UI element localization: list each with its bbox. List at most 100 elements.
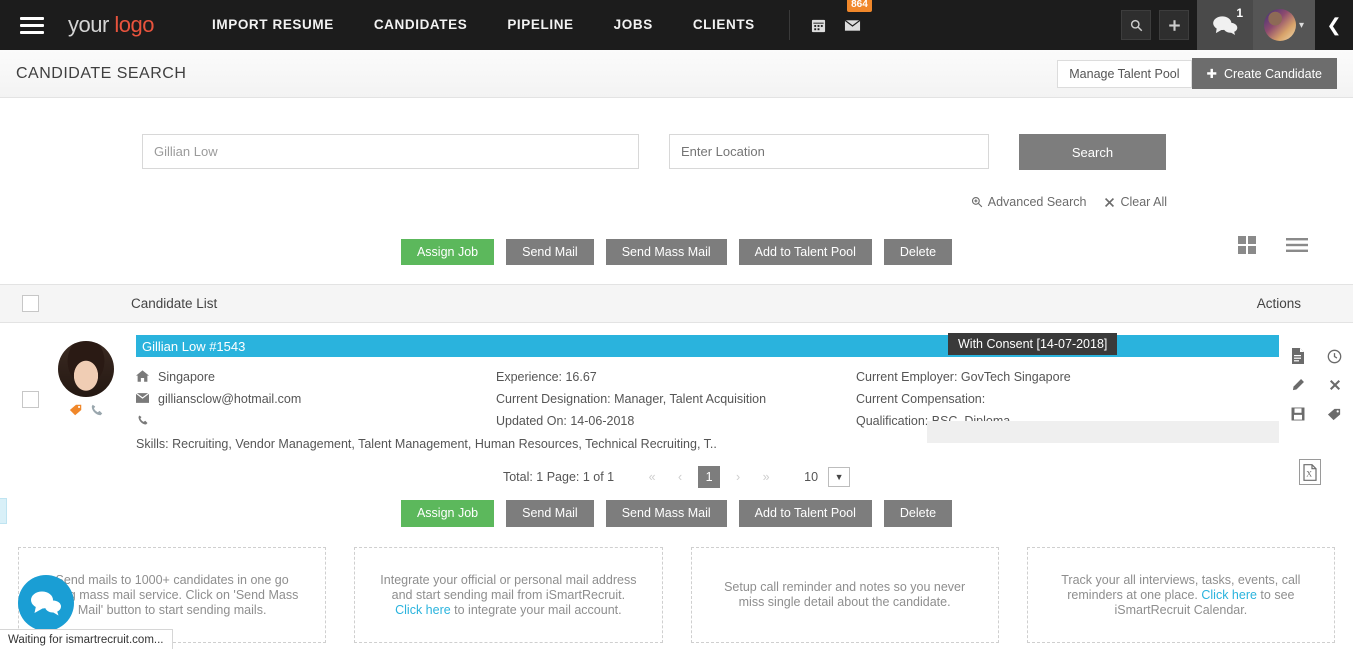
candidate-location-line: Singapore bbox=[136, 366, 496, 388]
clear-all-link[interactable]: Clear All bbox=[1104, 195, 1167, 209]
location-input[interactable] bbox=[669, 134, 989, 169]
add-to-talent-pool-button[interactable]: Add to Talent Pool bbox=[738, 239, 872, 265]
row-checkbox-cell bbox=[22, 335, 44, 451]
send-mail-button-bottom[interactable]: Send Mail bbox=[506, 500, 594, 527]
send-mass-mail-button-bottom[interactable]: Send Mass Mail bbox=[605, 500, 727, 527]
mail-icon[interactable]: 864 bbox=[835, 0, 872, 40]
view-toggle bbox=[1238, 236, 1308, 259]
logo-text-primary: your bbox=[68, 12, 115, 37]
status-text: Waiting for ismartrecruit.com... bbox=[8, 633, 164, 646]
candidate-phone-line bbox=[136, 410, 496, 432]
plus-icon[interactable] bbox=[1159, 10, 1189, 40]
main-nav-links: IMPORT RESUME CANDIDATES PIPELINE JOBS C… bbox=[192, 0, 775, 50]
tip-text: Integrate your official or personal mail… bbox=[380, 572, 637, 602]
send-mail-button[interactable]: Send Mail bbox=[506, 239, 594, 265]
tip-text-after: to integrate your mail account. bbox=[450, 602, 622, 617]
advanced-search-label: Advanced Search bbox=[987, 195, 1087, 209]
hamburger-line bbox=[20, 23, 44, 27]
create-candidate-label: Create Candidate bbox=[1224, 66, 1322, 81]
avatar-status-icons bbox=[68, 402, 104, 417]
tip-link[interactable]: Click here bbox=[1201, 588, 1257, 602]
excel-export-icon[interactable]: X bbox=[1299, 459, 1321, 485]
search-area: Search Advanced Search Clear All bbox=[0, 98, 1353, 209]
tip-card-mail-integration: Integrate your official or personal mail… bbox=[354, 547, 663, 643]
send-mass-mail-button[interactable]: Send Mass Mail bbox=[605, 239, 727, 265]
nav-item-jobs[interactable]: JOBS bbox=[594, 0, 673, 50]
pagination-total: Total: 1 Page: 1 of 1 bbox=[502, 470, 615, 484]
nav-item-candidates[interactable]: CANDIDATES bbox=[354, 0, 488, 50]
row-checkbox[interactable] bbox=[22, 391, 39, 408]
add-to-talent-pool-button-bottom[interactable]: Add to Talent Pool bbox=[738, 500, 872, 527]
select-all-checkbox[interactable] bbox=[22, 295, 39, 312]
page-header: CANDIDATE SEARCH Manage Talent Pool ✚ Cr… bbox=[0, 50, 1353, 98]
app-logo[interactable]: your logo bbox=[68, 12, 155, 38]
close-icon bbox=[1105, 197, 1115, 207]
search-button[interactable]: Search bbox=[1019, 134, 1166, 170]
consent-tooltip: With Consent [14-07-2018] bbox=[948, 333, 1118, 355]
manage-talent-pool-button[interactable]: Manage Talent Pool bbox=[1057, 59, 1192, 88]
pagination-first[interactable]: « bbox=[638, 470, 666, 484]
tip-card-call-reminder: Setup call reminder and notes so you nev… bbox=[690, 547, 999, 643]
candidate-compensation: Current Compensation: bbox=[856, 392, 986, 406]
nav-right-cluster: 1 ▾ ❮ bbox=[1121, 0, 1353, 50]
resume-icon[interactable] bbox=[1291, 348, 1305, 367]
delete-button-bottom[interactable]: Delete bbox=[883, 500, 953, 527]
history-icon[interactable] bbox=[1327, 349, 1342, 367]
chevron-down-icon: ▾ bbox=[1298, 19, 1305, 31]
grid-view-icon[interactable] bbox=[1238, 236, 1256, 259]
chat-unread-badge: 1 bbox=[1236, 6, 1243, 20]
save-icon[interactable] bbox=[1291, 407, 1305, 424]
avatar bbox=[58, 341, 114, 397]
candidate-contact-column: Singapore gilliansclow@hotmail.com bbox=[135, 366, 496, 432]
pagination-prev[interactable]: ‹ bbox=[666, 470, 694, 484]
candidate-designation: Current Designation: Manager, Talent Acq… bbox=[496, 392, 767, 406]
assign-job-button[interactable]: Assign Job bbox=[400, 239, 495, 265]
remove-icon[interactable] bbox=[1329, 379, 1341, 394]
nav-item-clients[interactable]: CLIENTS bbox=[673, 0, 775, 50]
call-icon[interactable] bbox=[89, 402, 104, 417]
candidate-name: Gillian Low #1543 bbox=[142, 338, 246, 354]
page-size-value: 10 bbox=[804, 470, 819, 484]
pagination-last[interactable]: » bbox=[752, 470, 780, 484]
left-edge-handle[interactable] bbox=[0, 498, 7, 524]
mail-unread-badge: 864 bbox=[847, 0, 872, 12]
candidate-experience-column: Experience: 16.67 Current Designation: M… bbox=[496, 366, 856, 432]
candidate-updated-on: Updated On: 14-06-2018 bbox=[496, 414, 635, 428]
search-input[interactable] bbox=[142, 134, 639, 169]
nav-item-import-resume[interactable]: IMPORT RESUME bbox=[192, 0, 354, 50]
user-menu[interactable]: ▾ bbox=[1253, 0, 1315, 50]
chat-bubble-icon[interactable] bbox=[18, 575, 74, 631]
row-action-icons bbox=[1279, 335, 1353, 451]
bulk-actions-top: Assign Job Send Mail Send Mass Mail Add … bbox=[0, 236, 1353, 265]
collapse-panel-icon[interactable]: ❮ bbox=[1315, 0, 1353, 50]
list-header-actions-label: Actions bbox=[1256, 296, 1301, 311]
candidate-experience: Experience: 16.67 bbox=[496, 370, 597, 384]
tip-link[interactable]: Click here bbox=[395, 603, 451, 617]
search-links: Advanced Search Clear All bbox=[0, 195, 1353, 209]
pagination-current-page[interactable]: 1 bbox=[698, 466, 721, 488]
tip-text: Setup call reminder and notes so you nev… bbox=[724, 580, 966, 609]
nav-item-pipeline[interactable]: PIPELINE bbox=[487, 0, 593, 50]
advanced-search-link[interactable]: Advanced Search bbox=[971, 195, 1087, 209]
candidate-location: Singapore bbox=[158, 370, 215, 384]
list-view-icon[interactable] bbox=[1286, 237, 1308, 258]
calendar-icon[interactable] bbox=[802, 10, 835, 40]
page-size-dropdown[interactable]: ▼ bbox=[828, 467, 851, 487]
candidate-email[interactable]: gilliansclow@hotmail.com bbox=[158, 392, 301, 406]
hamburger-line bbox=[20, 30, 44, 34]
tag-icon[interactable] bbox=[1327, 407, 1342, 425]
nav-utility-icons: 864 bbox=[788, 0, 872, 40]
edit-icon[interactable] bbox=[1291, 378, 1305, 395]
plus-icon: ✚ bbox=[1206, 67, 1218, 81]
tag-icon[interactable] bbox=[68, 402, 83, 417]
search-icon[interactable] bbox=[1121, 10, 1151, 40]
svg-text:X: X bbox=[1306, 469, 1312, 478]
hamburger-menu-icon[interactable] bbox=[10, 16, 54, 34]
chat-icon[interactable]: 1 bbox=[1197, 0, 1253, 50]
pagination-next[interactable]: › bbox=[724, 470, 752, 484]
delete-button[interactable]: Delete bbox=[883, 239, 953, 265]
tips-row: Send mails to 1000+ candidates in one go… bbox=[0, 527, 1353, 643]
create-candidate-button[interactable]: ✚ Create Candidate bbox=[1191, 58, 1337, 89]
assign-job-button-bottom[interactable]: Assign Job bbox=[400, 500, 495, 527]
logo-text-accent: logo bbox=[114, 12, 155, 37]
